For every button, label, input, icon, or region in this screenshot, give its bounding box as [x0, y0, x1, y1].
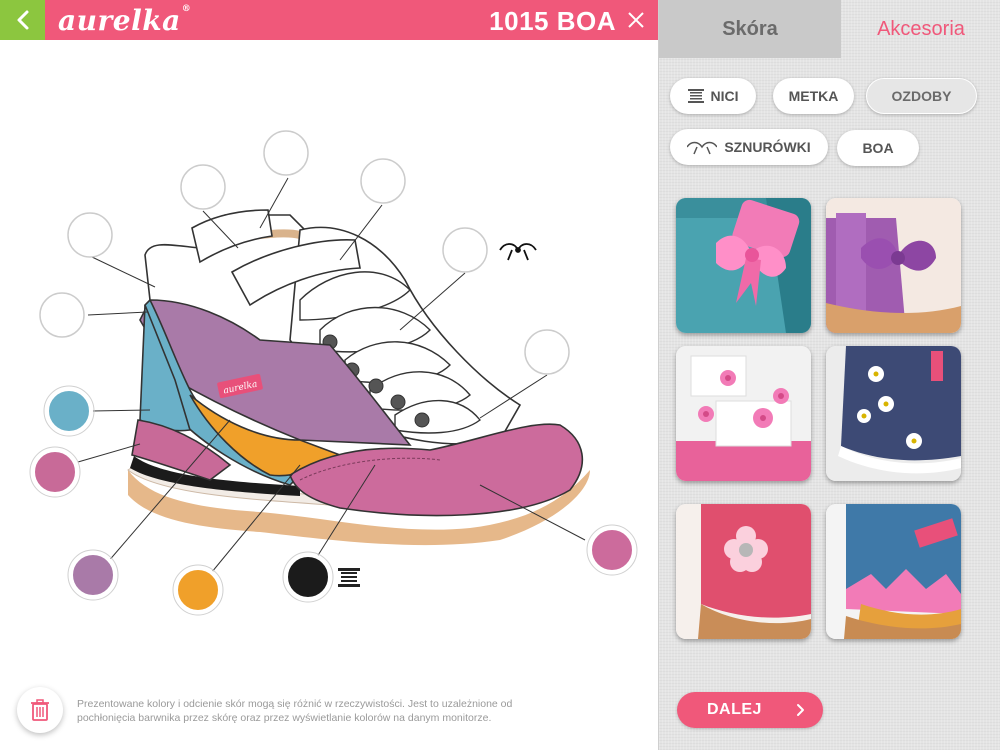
shoelace-icon — [687, 141, 718, 155]
shoe-canvas: aurelka Prezentowane kolory i odcienie s… — [0, 40, 658, 750]
tab-akcesoria[interactable]: Akcesoria — [841, 0, 1000, 58]
filter-metka[interactable]: METKA — [773, 78, 854, 114]
filter-boa-label: BOA — [862, 140, 894, 156]
brand-logo: aurelka® — [58, 4, 191, 37]
pink-flowers-image — [676, 346, 811, 481]
color-disclaimer: Prezentowane kolory i odcienie skór mogą… — [77, 698, 513, 724]
selector-empty-4[interactable] — [67, 212, 113, 258]
filter-nici[interactable]: NICI — [670, 78, 756, 114]
filter-nici-label: NICI — [710, 88, 739, 104]
next-button[interactable]: DALEJ — [677, 692, 823, 728]
purple-bow-image — [826, 198, 961, 333]
shoelace-icon — [499, 243, 537, 261]
trash-icon — [31, 699, 49, 721]
thumb-pink-flowers[interactable] — [676, 346, 811, 481]
accessories-panel: Skóra Akcesoria NICI METKA OZDOBY SZNURÓ… — [658, 0, 1000, 750]
selector-empty-3[interactable] — [360, 158, 406, 204]
thread-spool-icon — [687, 89, 704, 103]
tab-skora[interactable]: Skóra — [659, 0, 841, 58]
filter-metka-label: METKA — [788, 88, 839, 104]
close-icon — [628, 12, 644, 28]
header-bar: aurelka® 1015 BOA — [0, 0, 658, 40]
filter-sznurowki[interactable]: SZNURÓWKI — [670, 129, 828, 165]
pink-flower-rivet-image — [676, 504, 811, 639]
filter-sznurowki-label: SZNURÓWKI — [724, 139, 811, 155]
filter-boa[interactable]: BOA — [837, 130, 919, 166]
selector-empty-7[interactable] — [524, 329, 570, 375]
thumb-pink-bow[interactable] — [676, 198, 811, 333]
thumb-purple-bow[interactable] — [826, 198, 961, 333]
model-title: 1015 BOA — [489, 6, 616, 36]
pink-crown-label-image — [826, 504, 961, 639]
swatch-pink[interactable] — [31, 448, 79, 496]
thread-spool-icon — [338, 568, 360, 587]
next-button-label: DALEJ — [707, 701, 762, 718]
white-flowers-navy-image — [826, 346, 961, 481]
close-button[interactable] — [626, 10, 646, 30]
swatch-black-thread[interactable] — [284, 553, 332, 601]
swatch-rose[interactable] — [588, 526, 636, 574]
thumb-pink-flower-rivet[interactable] — [676, 504, 811, 639]
selector-empty-6[interactable] — [39, 292, 85, 338]
selector-empty-1[interactable] — [263, 130, 309, 176]
logo-registered-mark: ® — [181, 4, 192, 14]
swatch-orange[interactable] — [174, 566, 222, 614]
swatch-purple[interactable] — [69, 551, 117, 599]
pink-bow-image — [676, 198, 811, 333]
logo-text: aurelka — [58, 4, 181, 37]
chevron-left-icon — [17, 10, 28, 30]
shoe-illustration: aurelka — [29, 130, 638, 616]
chevron-right-icon — [797, 704, 804, 716]
filter-ozdoby-label: OZDOBY — [891, 88, 952, 104]
delete-button[interactable] — [17, 687, 63, 733]
thumb-pink-crown-label[interactable] — [826, 504, 961, 639]
thumb-white-flowers-navy[interactable] — [826, 346, 961, 481]
selector-empty-5[interactable] — [442, 227, 488, 273]
selector-empty-2[interactable] — [180, 164, 226, 210]
filter-ozdoby[interactable]: OZDOBY — [866, 78, 977, 114]
back-button[interactable] — [0, 0, 45, 40]
swatch-blue[interactable] — [45, 387, 93, 435]
